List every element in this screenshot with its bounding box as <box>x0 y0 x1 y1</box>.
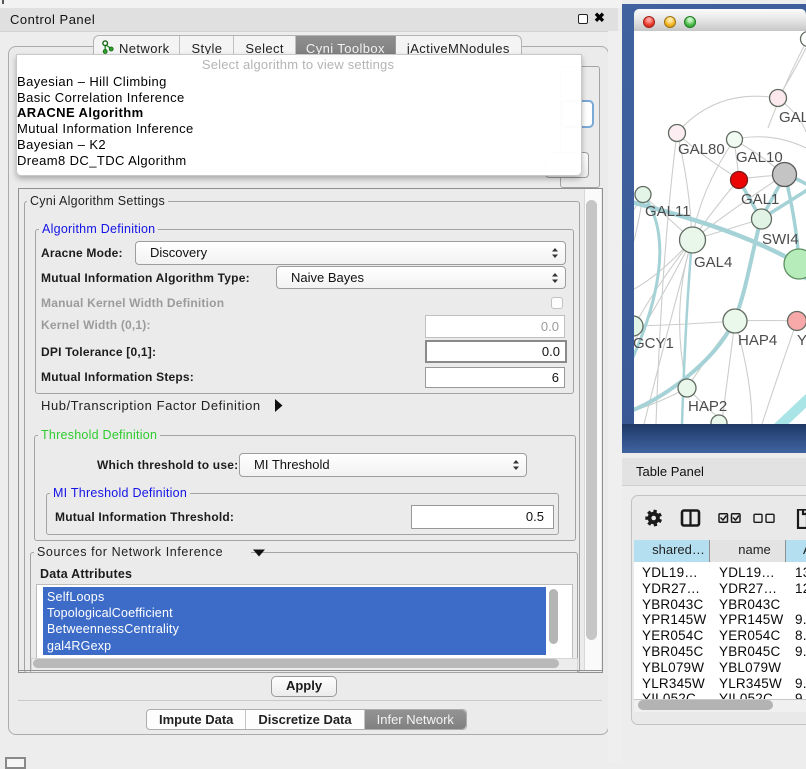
svg-text:SWI4: SWI4 <box>762 231 799 248</box>
svg-text:GAL10: GAL10 <box>736 149 783 166</box>
svg-text:Y: Y <box>797 332 806 349</box>
svg-text:HAP4: HAP4 <box>738 332 777 349</box>
svg-text:GAL1: GAL1 <box>741 191 779 208</box>
svg-text:GAL80: GAL80 <box>678 141 725 158</box>
svg-text:GAL11: GAL11 <box>645 203 691 220</box>
svg-text:HAP2: HAP2 <box>688 398 727 415</box>
svg-text:GAL4: GAL4 <box>694 254 732 271</box>
svg-text:GAL2: GAL2 <box>779 109 806 126</box>
svg-text:GCY1: GCY1 <box>634 335 674 352</box>
